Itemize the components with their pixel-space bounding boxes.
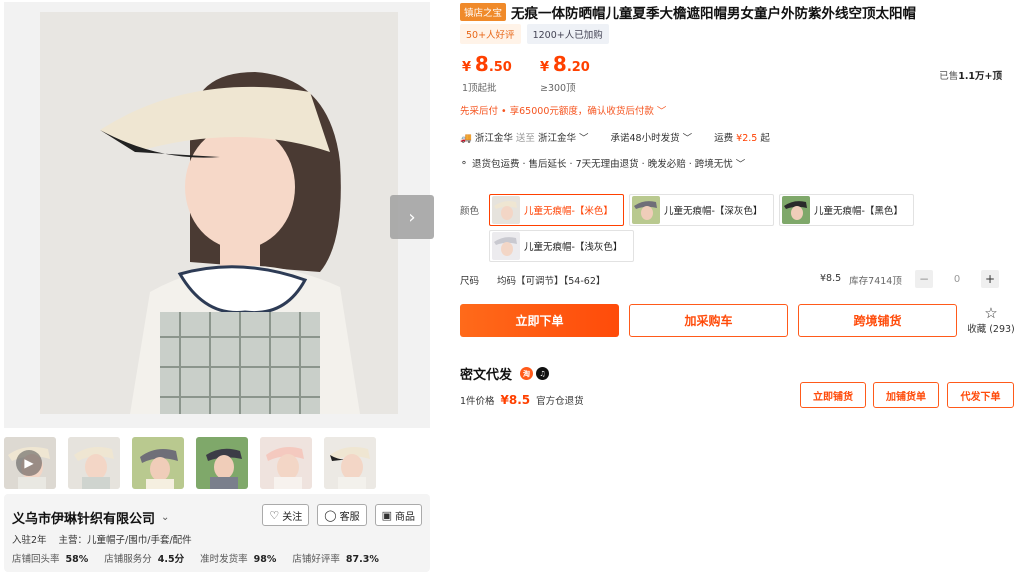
thumbnail-image[interactable] [68, 437, 120, 489]
price-value: ¥ 8.50 [462, 52, 512, 76]
freight: 运费 ¥2.5 起 [714, 133, 770, 144]
follow-button[interactable]: ♡ 关注 [262, 504, 310, 526]
service-text: 退货包运费 · 售后延长 · 7天无理由退货 · 晚发必赔 · 跨境无忧 ﹀ [471, 159, 746, 170]
shop-stat: 店铺好评率 87.3% [292, 551, 378, 565]
purchased-tag: 1200+人已加购 [526, 24, 609, 44]
variant-label: 儿童无痕帽-【黑色】 [814, 206, 903, 217]
shipping-route[interactable]: 🚚 浙江金华 送至 浙江金华 ﹀ [460, 130, 589, 144]
variant-label: 儿童无痕帽-【浅灰色】 [524, 242, 623, 253]
swatch-image [492, 196, 520, 224]
next-image-button[interactable]: › [390, 195, 434, 239]
delivery-promise[interactable]: 承诺48小时发货 ﹀ [611, 130, 693, 144]
one-piece-price: ¥8.5 [500, 393, 531, 407]
thumbnail-strip: ▶ [4, 437, 376, 489]
size-label: 尺码 [460, 276, 480, 287]
favorite-label: 收藏 (293) [967, 324, 1015, 335]
stock-count: 库存7414顶 [849, 276, 902, 287]
reviews-tag[interactable]: 50+人好评 [460, 24, 521, 44]
variant-label: 儿童无痕帽-【深灰色】 [664, 206, 763, 217]
color-label: 颜色 [460, 206, 480, 217]
stat-value: 4.5分 [157, 554, 185, 565]
dropship-title: 密文代发 [460, 368, 513, 383]
douyin-icon: ♫ [536, 367, 550, 380]
chevron-right-icon: › [408, 206, 416, 228]
pay-later-link[interactable]: 先采后付 • 享65000元额度，确认收货后付款 ﹀ [460, 103, 666, 117]
thumbnail-image[interactable] [324, 437, 376, 489]
size-value: 均码【可调节】【54-62】 [497, 276, 606, 287]
buy-now-button[interactable]: 立即下单 [460, 304, 619, 337]
cross-border-button[interactable]: 跨境铺货 [798, 304, 957, 337]
shop-name-link[interactable]: 义乌市伊琳针织有限公司 ⌄ [12, 508, 169, 527]
dropship-order-button[interactable]: 代发下单 [947, 382, 1014, 408]
color-option-light-gray[interactable]: 儿童无痕帽-【浅灰色】 [489, 230, 634, 262]
variant-label: 儿童无痕帽-【米色】 [524, 206, 613, 217]
treasure-badge: 镇店之宝 [460, 3, 507, 21]
quantity-stepper: − 0 + [915, 270, 999, 288]
price-tier-2: ¥ 8.20 ≥300顶 [540, 52, 590, 94]
service-guarantees[interactable]: ⚬ 退货包运费 · 售后延长 · 7天无理由退货 · 晚发必赔 · 跨境无忧 ﹀ [460, 156, 746, 171]
thumbnail-image[interactable] [260, 437, 312, 489]
list-now-button[interactable]: 立即铺货 [800, 382, 866, 408]
swatch-image [782, 196, 810, 224]
swatch-image [492, 232, 520, 260]
color-option-beige[interactable]: 儿童无痕帽-【米色】 [489, 194, 624, 226]
store-icon: ▣ [381, 508, 392, 522]
add-to-cart-button[interactable]: 加采购车 [629, 304, 788, 337]
stat-value: 87.3% [345, 554, 379, 565]
main-product-image-area: › [4, 2, 434, 428]
price-value: ¥ 8.20 [540, 52, 590, 76]
thumbnail-video[interactable]: ▶ [4, 437, 56, 489]
color-option-dark-gray[interactable]: 儿童无痕帽-【深灰色】 [629, 194, 774, 226]
truck-icon: 🚚 [460, 133, 472, 144]
taobao-icon: 淘 [520, 367, 534, 380]
play-icon: ▶ [16, 450, 42, 476]
ship-to: 浙江金华 ﹀ [537, 133, 589, 144]
ship-to-word: 送至 [515, 133, 535, 144]
favorite-button[interactable]: ☆ 收藏 (293) [966, 305, 1016, 335]
swatch-image [632, 196, 660, 224]
shield-icon: ⚬ [460, 157, 468, 169]
quantity-value[interactable]: 0 [933, 274, 981, 285]
color-option-black[interactable]: 儿童无痕帽-【黑色】 [779, 194, 914, 226]
thumbnail-image[interactable] [132, 437, 184, 489]
ship-from: 浙江金华 [474, 133, 513, 144]
price-tier-1: ¥ 8.50 1顶起批 [462, 52, 512, 94]
star-icon: ☆ [984, 304, 998, 322]
decrease-button[interactable]: − [915, 270, 933, 288]
chat-icon: ◯ [324, 508, 337, 522]
shop-goods-button[interactable]: ▣ 商品 [374, 504, 422, 526]
heart-icon: ♡ [269, 508, 280, 522]
stat-value: 98% [253, 554, 277, 565]
chevron-down-icon: ⌄ [161, 512, 170, 523]
main-product-image[interactable] [40, 12, 398, 414]
shop-main-business: 主营：儿童帽子/围巾/手套/配件 [58, 535, 192, 546]
stat-label: 店铺回头率 [12, 554, 60, 565]
stat-value: 58% [65, 554, 89, 565]
return-note: 官方仓退货 [536, 396, 584, 407]
unit-price: ¥8.5 [820, 273, 842, 284]
stat-label: 准时发货率 [200, 554, 248, 565]
stat-label: 店铺服务分 [104, 554, 152, 565]
one-piece-label: 1件价格 [460, 396, 495, 407]
sold-count: 已售1.1万+顶 [939, 71, 1002, 82]
shop-goods-label: 商品 [395, 511, 415, 523]
follow-label: 关注 [282, 511, 303, 523]
shop-stat: 准时发货率 98% [200, 551, 276, 565]
customer-service-label: 客服 [339, 511, 360, 523]
shop-stat: 店铺服务分 4.5分 [104, 551, 184, 565]
shop-stat: 店铺回头率 58% [12, 551, 88, 565]
add-listing-button[interactable]: 加铺货单 [873, 382, 939, 408]
customer-service-button[interactable]: ◯ 客服 [317, 504, 367, 526]
price-min-qty: 1顶起批 [462, 83, 497, 94]
price-min-qty: ≥300顶 [540, 83, 576, 94]
product-title: 无痕一体防晒帽儿童夏季大檐遮阳帽男女童户外防紫外线空顶太阳帽 [511, 6, 917, 22]
shop-card: 义乌市伊琳针织有限公司 ⌄ ♡ 关注 ◯ 客服 ▣ 商品 入驻2年 主营：儿童帽… [4, 494, 430, 572]
thumbnail-image[interactable] [196, 437, 248, 489]
stat-label: 店铺好评率 [292, 554, 340, 565]
shop-name: 义乌市伊琳针织有限公司 [12, 512, 156, 527]
increase-button[interactable]: + [981, 270, 999, 288]
shop-years: 入驻2年 [12, 535, 47, 546]
